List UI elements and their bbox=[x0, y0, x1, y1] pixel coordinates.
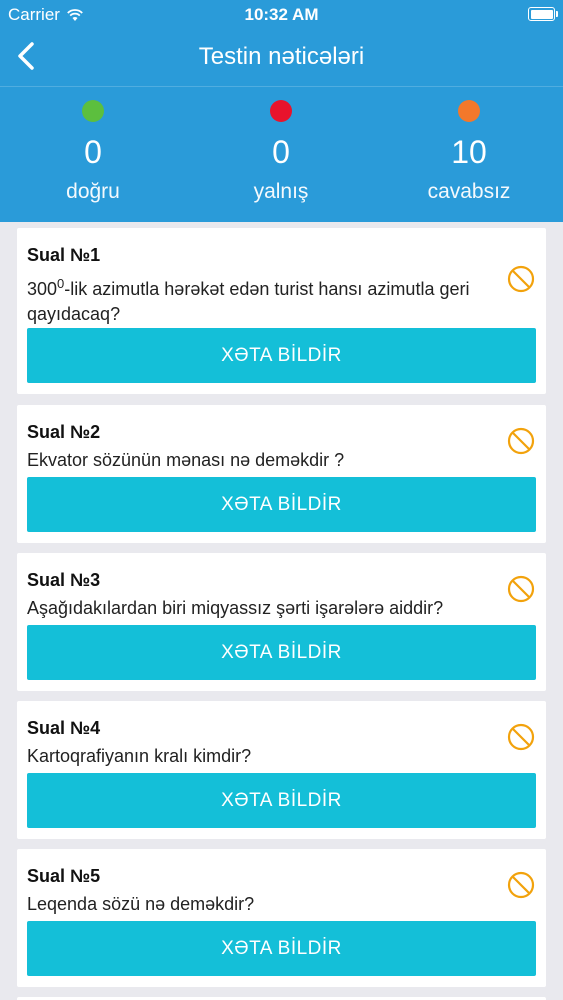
report-error-button[interactable]: XƏTA BİLDİR bbox=[27, 477, 536, 532]
wrong-label: yalnış bbox=[253, 180, 309, 203]
question-card: Sual №5 Leqenda sözü nə deməkdir? XƏTA B… bbox=[17, 849, 546, 987]
unanswered-icon bbox=[507, 265, 535, 293]
correct-label: doğru bbox=[66, 180, 120, 203]
question-title: Sual №1 bbox=[27, 245, 101, 265]
correct-count: 0 bbox=[84, 134, 102, 170]
wrong-dot-icon bbox=[270, 100, 292, 122]
question-text: Leqenda sözü nə deməkdir? bbox=[27, 894, 255, 914]
question-card: Sual №2 Ekvator sözünün mənası nə deməkd… bbox=[17, 405, 546, 543]
report-error-button[interactable]: XƏTA BİLDİR bbox=[27, 773, 536, 828]
navigation-bar: Testin nəticələri bbox=[0, 30, 563, 86]
unanswered-icon bbox=[507, 723, 535, 751]
report-error-button[interactable]: XƏTA BİLDİR bbox=[27, 921, 536, 976]
question-card: Sual №3 Aşağıdakılardan biri miqyassız ş… bbox=[17, 553, 546, 691]
question-text-rest: -lik azimutla hərəkət edən turist hansı … bbox=[27, 279, 470, 324]
question-text: 3000-lik azimutla hərəkət edən turist ha… bbox=[27, 271, 472, 327]
unanswered-count: 10 bbox=[451, 134, 487, 170]
question-title: Sual №2 bbox=[27, 422, 101, 442]
question-card: Sual №1 3000-lik azimutla hərəkət edən t… bbox=[17, 228, 546, 394]
page-title: Testin nəticələri bbox=[198, 43, 365, 70]
clock: 10:32 AM bbox=[244, 5, 319, 24]
stat-unanswered: 10 cavabsız bbox=[389, 100, 549, 204]
question-title: Sual №3 bbox=[27, 570, 101, 590]
report-error-button[interactable]: XƏTA BİLDİR bbox=[27, 328, 536, 383]
unanswered-dot-icon bbox=[458, 100, 480, 122]
header-divider bbox=[0, 86, 563, 87]
question-text: Ekvator sözünün mənası nə deməkdir ? bbox=[27, 450, 345, 470]
stat-wrong: 0 yalnış bbox=[201, 100, 361, 204]
question-list[interactable]: Sual №1 3000-lik azimutla hərəkət edən t… bbox=[0, 222, 563, 1000]
question-text: Kartoqrafiyanın kralı kimdir? bbox=[27, 746, 252, 766]
unanswered-icon bbox=[507, 575, 535, 603]
question-card: Sual №4 Kartoqrafiyanın kralı kimdir? XƏ… bbox=[17, 701, 546, 839]
question-text: Aşağıdakılardan biri miqyassız şərti işa… bbox=[27, 598, 444, 618]
question-title: Sual №4 bbox=[27, 718, 101, 738]
correct-dot-icon bbox=[82, 100, 104, 122]
unanswered-label: cavabsız bbox=[427, 180, 511, 203]
stat-correct: 0 doğru bbox=[13, 100, 173, 204]
question-title: Sual №5 bbox=[27, 866, 101, 886]
report-error-button[interactable]: XƏTA BİLDİR bbox=[27, 625, 536, 680]
results-header: Carrier 10:32 AM Testin nəticələri 0 doğ… bbox=[0, 0, 563, 222]
battery-icon bbox=[528, 7, 558, 21]
unanswered-icon bbox=[507, 427, 535, 455]
question-text-main: 300 bbox=[27, 279, 58, 299]
unanswered-icon bbox=[507, 871, 535, 899]
wrong-count: 0 bbox=[272, 134, 290, 170]
status-bar: Carrier 10:32 AM bbox=[0, 0, 563, 30]
